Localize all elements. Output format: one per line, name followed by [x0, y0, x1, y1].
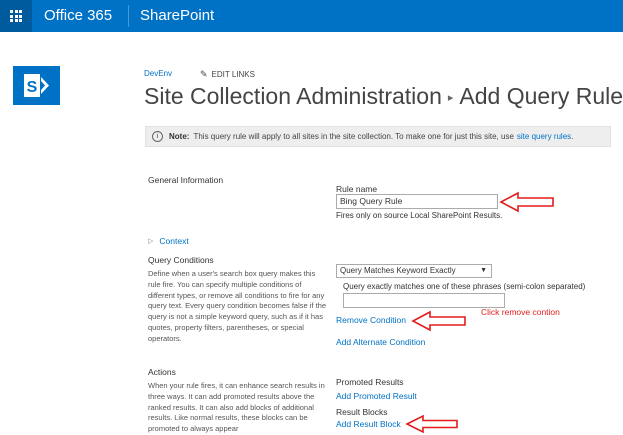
- page-title-part1: Site Collection Administration: [144, 83, 442, 109]
- sharepoint-logo[interactable]: S: [13, 66, 60, 105]
- phrases-label: Query exactly matches one of these phras…: [343, 282, 586, 291]
- add-alternate-condition-link[interactable]: Add Alternate Condition: [336, 337, 425, 347]
- dropdown-arrow-icon: ▼: [480, 267, 487, 274]
- rule-name-input[interactable]: Bing Query Rule: [336, 194, 498, 209]
- breadcrumb-separator-icon: ▸: [447, 92, 454, 105]
- svg-text:S: S: [27, 79, 38, 96]
- add-result-block-link[interactable]: Add Result Block: [336, 419, 401, 429]
- pencil-icon: ✎: [200, 69, 208, 79]
- suite-bar: Office 365 SharePoint: [0, 0, 623, 32]
- expand-triangle-icon: ▷: [148, 238, 154, 245]
- note-label: Note:: [169, 132, 190, 141]
- note-tail: .: [571, 132, 574, 141]
- add-promoted-result-link[interactable]: Add Promoted Result: [336, 391, 417, 401]
- annotation-arrow-remove-condition-icon: [411, 310, 466, 332]
- fires-only-text: Fires only on source Local SharePoint Re…: [336, 211, 503, 220]
- waffle-icon: [10, 10, 22, 22]
- sharepoint-link[interactable]: SharePoint: [140, 7, 214, 24]
- actions-title: Actions: [148, 367, 176, 377]
- sharepoint-logo-icon: S: [13, 66, 60, 105]
- actions-description: When your rule fires, it can enhance sea…: [148, 381, 325, 434]
- site-query-rules-link[interactable]: site query rules: [517, 132, 571, 141]
- context-toggle[interactable]: ▷ Context: [148, 236, 189, 246]
- app-launcher-button[interactable]: [0, 0, 32, 32]
- rule-name-label: Rule name: [336, 184, 378, 194]
- condition-type-select[interactable]: Query Matches Keyword Exactly ▼: [336, 264, 492, 278]
- annotation-click-remove: Click remove contion: [481, 307, 560, 317]
- query-conditions-title: Query Conditions: [148, 255, 214, 265]
- promoted-results-title: Promoted Results: [336, 377, 404, 387]
- general-info-title: General Information: [148, 175, 224, 185]
- condition-type-value: Query Matches Keyword Exactly: [340, 266, 456, 275]
- remove-condition-link[interactable]: Remove Condition: [336, 315, 406, 325]
- office365-link[interactable]: Office 365: [44, 7, 112, 24]
- info-icon: i: [152, 131, 163, 142]
- edit-links-button[interactable]: ✎ EDIT LINKS: [200, 69, 255, 80]
- edit-links-label: EDIT LINKS: [211, 70, 255, 79]
- annotation-arrow-result-block-icon: [405, 414, 458, 434]
- query-conditions-description: Define when a user's search box query ma…: [148, 269, 327, 343]
- phrases-input[interactable]: [343, 293, 505, 308]
- context-label: Context: [159, 236, 189, 246]
- annotation-arrow-rule-name-icon: [499, 191, 554, 213]
- page-title-part2: Add Query Rule: [459, 83, 623, 109]
- site-name-link[interactable]: DevEnv: [144, 69, 172, 78]
- note-text: This query rule will apply to all sites …: [193, 132, 514, 141]
- result-blocks-title: Result Blocks: [336, 407, 388, 417]
- page-title: Site Collection Administration ▸ Add Query…: [144, 83, 623, 110]
- suite-divider: [128, 5, 129, 27]
- note-bar: i Note: This query rule will apply to al…: [145, 126, 611, 147]
